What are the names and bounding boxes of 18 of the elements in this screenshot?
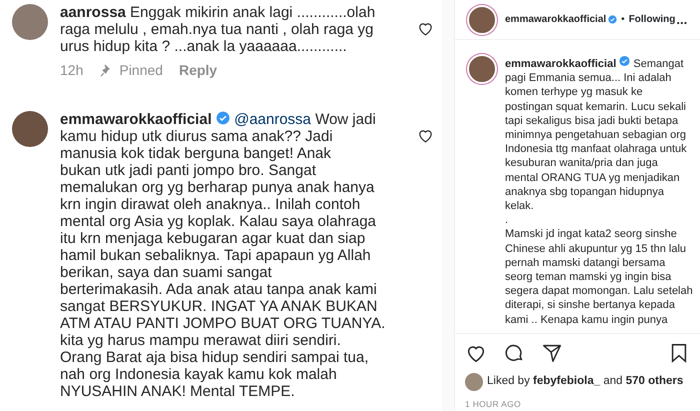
likes-text[interactable]: Liked by febyfebiola_ and 570 others [487, 373, 684, 390]
comment-time: 12h [60, 61, 84, 80]
separator-dot: • [621, 13, 625, 27]
avatar[interactable] [467, 54, 497, 84]
comment-text: aanrossa Enggak mikirin anak lagi ............olah raga melulu , emah.nya tua nanti , olah raga yg urus hidup kita ? ...anak la yaaaaaa............ [60, 4, 376, 55]
avatar[interactable] [12, 111, 48, 147]
avatar[interactable] [467, 4, 497, 34]
comment-text: emmawarokkaofficial @aanrossa Wow jadi kamu hidup utk diurus sama anak?? Jadi manusia kok tidak berguna banget! Anak bukan utk jadi panti jompo bro. Sangat memalukan org yg berharap punya anak hanya krn ingin dirawat oleh anaknya.. Inilah contoh mental org Asia yg koplak. Kalau saya olahraga itu krn menjaga kebugaran agar kuat dan siap hamil bukan sebaliknya. Tapi apapaun yg Allah berikan, saya dan suami sangat berterimakasih. Ada anak atau tanpa anak kami sangat BERSYUKUR. INGAT YA ANAK BUKAN ATM ATAU PANTI JOMPO BUAT ORG TUANYA. kita yg harus mampu merawat diiri sendiri. Orang Barat aja bisa hidup sendiri sampai tua, nah org Indonesia kayak kamu kok malah NYUSAHIN ANAK! Mental TEMPE. [60, 111, 386, 400]
username[interactable]: emmawarokkaofficial [505, 12, 606, 27]
caption-text: emmawarokkaofficial Semangat pagi Emmania semua... Ini adalah komen terhype yg masuk ke postingan squat kemarin. Lucu sekali tapi sekaligus bisa jadi bukti betapa minimnya pengetahuan sebagian org Indonesia ttg manfaat olahraga untuk kesuburan wanita/pria dan juga mental ORANG TUA yg menjadikan anaknya sbg topangan hidupnya kelak. . Mamski jd ingat kata2 seorg sinshe Chinese ahli akupuntur yg 15 thn lalu pernah mamski datangi bersama seorg teman mamski yg ingin bisa segera dapat momongan. Lalu setelah diterapi, si sinshe bertanya kepada kami .. Kenapa kamu ingin punya [505, 54, 693, 327]
mention-link[interactable]: @aanrossa [234, 111, 312, 128]
avatar [465, 372, 483, 391]
post-time: 1 HOUR AGO [464, 398, 522, 411]
pinned-label: Pinned [119, 61, 163, 80]
share-icon[interactable] [541, 342, 563, 364]
avatar[interactable] [12, 4, 48, 40]
following-link[interactable]: Following [628, 12, 676, 27]
more-button[interactable]: ... [675, 8, 688, 30]
